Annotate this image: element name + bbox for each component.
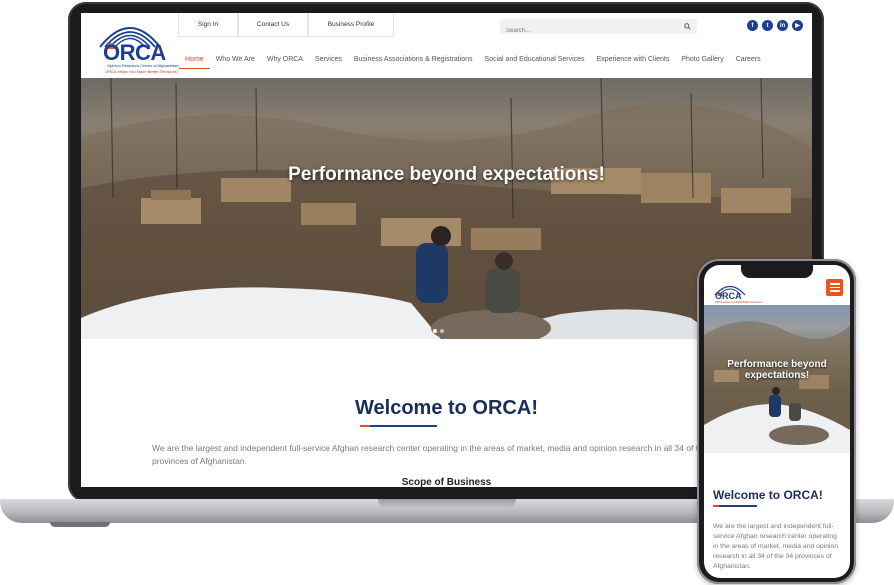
nav-item-home[interactable]: Home [179, 51, 210, 69]
site-logo[interactable]: ORCA Opinion Research Center of Afghanis… [91, 17, 179, 75]
logo-tagline: ORCA Helps You Make Better Decisions! [715, 301, 763, 304]
welcome-divider [360, 425, 437, 427]
mobile-welcome-heading: Welcome to ORCA! [713, 488, 823, 502]
mobile-welcome-divider [713, 505, 757, 507]
facebook-icon[interactable]: f [747, 20, 758, 31]
search-input[interactable] [500, 23, 670, 39]
laptop-notch [378, 499, 516, 509]
search-icon[interactable] [684, 23, 691, 30]
twitter-icon[interactable]: t [762, 20, 773, 31]
nav-item-social-educational[interactable]: Social and Educational Services [479, 51, 591, 69]
nav-item-who-we-are[interactable]: Who We Are [210, 51, 261, 69]
contact-us-link[interactable]: Contact Us [238, 13, 308, 37]
laptop-foot-left [50, 522, 110, 527]
carousel-dot-1[interactable] [433, 329, 437, 333]
youtube-icon[interactable]: ▶ [792, 20, 803, 31]
hero-title: Performance beyond expectations! [288, 164, 605, 185]
mobile-website: ORCA ORCA Helps You Make Better Decision… [704, 265, 850, 578]
mobile-welcome-text: We are the largest and independent full-… [713, 523, 839, 570]
mobile-logo[interactable]: ORCA ORCA Helps You Make Better Decision… [711, 282, 762, 306]
sign-in-link[interactable]: Sign In [178, 13, 238, 37]
main-nav: Home Who We Are Why ORCA Services Busine… [179, 51, 767, 69]
business-profile-link[interactable]: Business Profile [308, 13, 394, 37]
hamburger-menu-icon[interactable] [826, 279, 843, 296]
nav-item-photo-gallery[interactable]: Photo Gallery [675, 51, 729, 69]
logo-subtitle: Opinion Research Center of Afghanistan [107, 63, 179, 68]
logo-wordmark: ORCA [715, 291, 742, 301]
nav-item-why-orca[interactable]: Why ORCA [261, 51, 309, 69]
nav-item-business-associations[interactable]: Business Associations & Registrations [348, 51, 479, 69]
logo-tagline: ORCA Helps You Make Better Decisions! [105, 69, 178, 74]
linkedin-icon[interactable]: in [777, 20, 788, 31]
nav-item-services[interactable]: Services [309, 51, 348, 69]
phone-dynamic-island [741, 265, 813, 278]
carousel-dot-2[interactable] [440, 329, 444, 333]
mobile-hero-title: Performance beyond expectations! [727, 359, 827, 381]
welcome-text: We are the largest and independent full-… [152, 443, 720, 466]
nav-item-careers[interactable]: Careers [730, 51, 767, 69]
nav-item-experience[interactable]: Experience with Clients [591, 51, 676, 69]
top-links-bar: Sign In Contact Us Business Profile [178, 13, 394, 37]
site-header: ORCA Opinion Research Center of Afghanis… [81, 13, 812, 77]
mobile-hero-banner: Performance beyond expectations! [704, 305, 850, 453]
hero-carousel-dots [433, 329, 444, 333]
search-box [500, 19, 697, 39]
social-links: f t in ▶ [747, 20, 803, 31]
